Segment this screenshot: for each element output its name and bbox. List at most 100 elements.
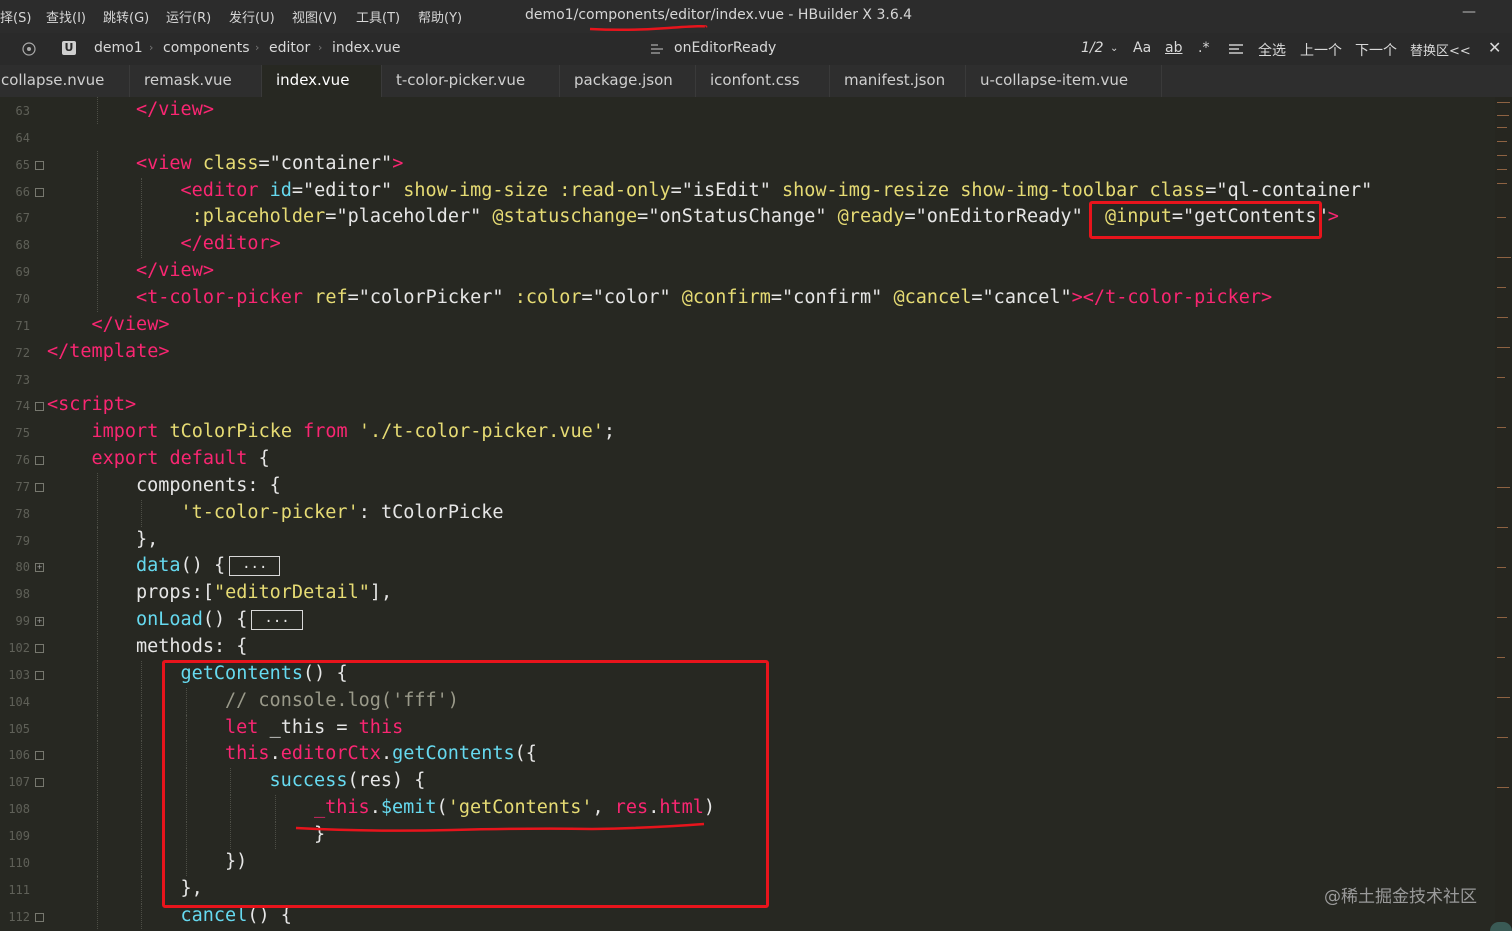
annotation-box-getcontents-method bbox=[162, 660, 769, 908]
code-line[interactable]: 63 </view> bbox=[0, 97, 1495, 124]
code-line[interactable]: 72 </template> bbox=[0, 339, 1495, 365]
collapse-fold-icon[interactable] bbox=[35, 912, 44, 922]
watermark: @稀土掘金技术社区 bbox=[1324, 887, 1477, 907]
code-line[interactable]: 73 bbox=[0, 366, 1495, 392]
menu-find[interactable]: 查找(I) bbox=[46, 7, 86, 26]
indent-guide bbox=[141, 204, 142, 232]
tab-index-vue[interactable]: index.vue bbox=[262, 65, 382, 97]
code-line[interactable]: 71 </view> bbox=[0, 312, 1495, 338]
line-number: 70 bbox=[15, 291, 30, 306]
collapse-fold-icon[interactable] bbox=[35, 482, 44, 492]
code-line[interactable]: 80 + data() {... bbox=[0, 553, 1495, 581]
collapse-fold-icon[interactable] bbox=[35, 187, 44, 197]
minimize-button[interactable]: — bbox=[1462, 4, 1476, 20]
code-line[interactable]: 79}, bbox=[0, 526, 1495, 554]
outline-symbol[interactable]: onEditorReady bbox=[674, 40, 776, 56]
code-token: :color bbox=[514, 286, 582, 308]
line-number: 111 bbox=[8, 882, 30, 897]
code-line[interactable]: 98 props:["editorDetail"], bbox=[0, 580, 1495, 608]
expand-fold-icon[interactable]: + bbox=[35, 563, 44, 573]
menu-tools[interactable]: 工具(T) bbox=[356, 7, 400, 26]
tab-iconfont-css[interactable]: iconfont.css bbox=[696, 65, 830, 97]
breadcrumb-subfolder[interactable]: editor bbox=[269, 40, 310, 56]
match-case-toggle[interactable]: Aa bbox=[1133, 40, 1151, 56]
menu-help[interactable]: 帮助(Y) bbox=[418, 7, 462, 26]
code-token: = bbox=[637, 206, 649, 228]
align-icon[interactable] bbox=[1228, 43, 1244, 55]
collapse-fold-icon[interactable] bbox=[35, 778, 44, 788]
collapse-fold-icon[interactable] bbox=[35, 644, 44, 653]
code-token: = bbox=[325, 206, 337, 228]
tab-collapse-nvue[interactable]: collapse.nvue bbox=[0, 65, 130, 97]
line-number: 107 bbox=[8, 775, 30, 790]
corner-badge bbox=[1490, 922, 1512, 931]
menu-goto[interactable]: 跳转(G) bbox=[103, 7, 149, 26]
code-line[interactable]: 102 methods: { bbox=[0, 634, 1495, 661]
minimap-mark bbox=[1497, 617, 1507, 618]
code-token: > bbox=[1327, 206, 1339, 228]
code-token: = bbox=[581, 286, 593, 308]
menu-run[interactable]: 运行(R) bbox=[166, 7, 211, 26]
folded-region-placeholder[interactable]: ... bbox=[251, 610, 303, 631]
indent-guide bbox=[96, 499, 98, 527]
indent-guide bbox=[96, 768, 98, 796]
breadcrumb-project[interactable]: demo1 bbox=[94, 40, 143, 56]
code-line[interactable]: 78 't-color-picker': tColorPicke bbox=[0, 499, 1495, 527]
code-line[interactable]: 66 <editor id="editor" show-img-size :rea… bbox=[0, 177, 1495, 205]
code-token: './t-color-picker.vue' bbox=[358, 421, 604, 443]
tab-remask-vue[interactable]: remask.vue bbox=[130, 65, 262, 97]
tab-t-color-picker-vue[interactable]: t-color-picker.vue bbox=[382, 65, 560, 97]
find-prev-button[interactable]: 上一个 bbox=[1300, 40, 1342, 60]
replace-toggle-button[interactable]: 替换区<< bbox=[1410, 40, 1471, 59]
code-line[interactable]: 69 </view> bbox=[0, 258, 1495, 285]
breadcrumb-file[interactable]: index.vue bbox=[332, 40, 401, 56]
code-line[interactable]: 75 import tColorPicke from './t-color-pic… bbox=[0, 419, 1495, 445]
breadcrumb-folder[interactable]: components bbox=[163, 40, 250, 56]
tab-label: manifest.json bbox=[844, 71, 946, 89]
code-line[interactable]: 99 + onLoad() {... bbox=[0, 607, 1495, 634]
folded-region-placeholder[interactable]: ... bbox=[229, 556, 281, 577]
preview-icon[interactable] bbox=[22, 42, 36, 56]
chevron-down-icon[interactable]: ⌄ bbox=[1110, 43, 1118, 54]
code-text: <editor id="editor" show-img-size :read-… bbox=[181, 180, 1373, 201]
regex-toggle[interactable]: .* bbox=[1198, 40, 1209, 56]
tab-u-collapse-item-vue[interactable]: u-collapse-item.vue bbox=[966, 65, 1162, 97]
indent-guide bbox=[141, 768, 142, 796]
code-line[interactable]: 64 bbox=[0, 124, 1495, 150]
minimap[interactable] bbox=[1495, 97, 1512, 931]
indent-guide bbox=[96, 687, 98, 715]
select-all-button[interactable]: 全选 bbox=[1258, 40, 1286, 60]
tab-package-json[interactable]: package.json bbox=[560, 65, 696, 97]
collapse-fold-icon[interactable] bbox=[35, 402, 44, 412]
collapse-fold-icon[interactable] bbox=[35, 751, 44, 761]
close-icon[interactable]: ✕ bbox=[1488, 38, 1501, 57]
menu-select[interactable]: 择(S) bbox=[0, 7, 31, 26]
collapse-fold-icon[interactable] bbox=[35, 160, 44, 170]
collapse-fold-icon[interactable] bbox=[35, 670, 44, 680]
code-token: tColorPicke bbox=[169, 421, 304, 443]
code-text: components: { bbox=[136, 475, 281, 496]
code-text: import tColorPicke from './t-color-picke… bbox=[92, 421, 616, 442]
code-token: </view> bbox=[136, 99, 214, 120]
tab-manifest-json[interactable]: manifest.json bbox=[830, 65, 966, 97]
menu-publish[interactable]: 发行(U) bbox=[229, 7, 275, 26]
minimap-mark bbox=[1497, 127, 1507, 128]
find-next-button[interactable]: 下一个 bbox=[1355, 40, 1397, 60]
code-token: "onEditorReady" bbox=[915, 206, 1105, 228]
tab-label: package.json bbox=[574, 71, 673, 89]
indent-guide bbox=[141, 687, 142, 715]
code-line[interactable]: 65 <view class="container"> bbox=[0, 150, 1495, 178]
tab-bar: collapse.nvue remask.vue index.vue t-color-… bbox=[0, 65, 1512, 97]
expand-fold-icon[interactable]: + bbox=[35, 617, 44, 627]
code-line[interactable]: 70 <t-color-picker ref="colorPicker" :col… bbox=[0, 284, 1495, 312]
whole-word-toggle[interactable]: ab bbox=[1165, 40, 1182, 56]
code-line[interactable]: 76 export default { bbox=[0, 446, 1495, 472]
indent-guide bbox=[141, 875, 142, 903]
code-line[interactable]: 74 <script> bbox=[0, 392, 1495, 418]
title-bar: 择(S) 查找(I) 跳转(G) 运行(R) 发行(U) 视图(V) 工具(T)… bbox=[0, 0, 1512, 33]
code-line[interactable]: 77 components: { bbox=[0, 472, 1495, 500]
code-token: import bbox=[91, 421, 170, 443]
menu-view[interactable]: 视图(V) bbox=[292, 7, 337, 26]
collapse-fold-icon[interactable] bbox=[35, 456, 44, 466]
line-number: 102 bbox=[8, 641, 30, 655]
